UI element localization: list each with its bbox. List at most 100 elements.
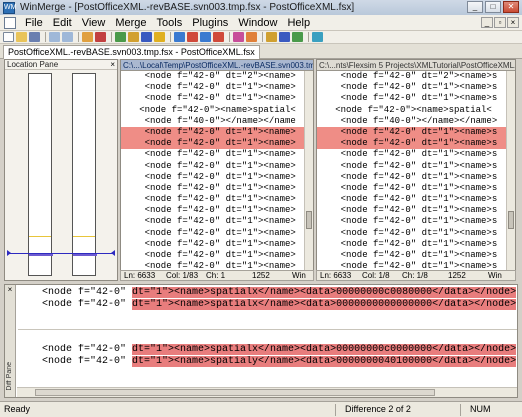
mdi-close-button[interactable]: × — [507, 17, 519, 28]
first-diff-icon[interactable] — [115, 32, 126, 42]
code-line[interactable]: <node f="42-0" dt="1"><name>s — [317, 172, 515, 183]
code-line[interactable]: <node f="42-0" dt="1"><name> — [121, 194, 313, 205]
redo-icon[interactable] — [62, 32, 73, 42]
document-icon[interactable] — [4, 16, 16, 29]
scroll-thumb[interactable] — [306, 211, 312, 229]
code-line[interactable]: <node f="42-0" dt="1"><name>s — [317, 194, 515, 205]
code-line[interactable]: <node f="42-0" dt="1"><name>s — [317, 149, 515, 160]
code-line[interactable]: <node f="42-0" dt="1"><name>s — [317, 228, 515, 239]
diff-line[interactable]: <node f="42-0" dt="1"><name>spatialx</na… — [18, 344, 517, 356]
right-file-pane[interactable]: C:\...nts\Flexsim 5 Projects\XMLTutorial… — [316, 59, 516, 281]
menu-file[interactable]: File — [20, 17, 48, 29]
reload-icon[interactable] — [312, 32, 323, 42]
menu-merge[interactable]: Merge — [110, 17, 151, 29]
code-line[interactable]: <node f="42-0" dt="1"><name> — [121, 250, 313, 261]
diff-horizontal-scrollbar[interactable] — [17, 387, 517, 397]
code-line[interactable]: <node f="42-0" dt="1"><name> — [121, 93, 313, 104]
left-code-lines[interactable]: <node f="42-0" dt="2"><name> <node f="42… — [121, 71, 313, 272]
location-pane-close-icon[interactable]: × — [110, 60, 115, 69]
left-file-pane[interactable]: C:\...\Local\Temp\PostOfficeXML.-revBASE… — [120, 59, 314, 281]
mdi-minimize-button[interactable]: _ — [481, 17, 493, 28]
diff-pane-label: Diff Pane — [6, 362, 13, 391]
toolbar-separator — [170, 32, 171, 42]
new-icon[interactable] — [3, 32, 14, 42]
diff-detail-lines[interactable]: <node f="42-0" dt="1"><name>spatialx</na… — [18, 287, 517, 367]
right-status-col: Col: 1/8 — [362, 271, 390, 280]
code-line[interactable]: <node f="42-0" dt="1"><name> — [121, 239, 313, 250]
right-code-lines[interactable]: <node f="42-0" dt="2"><name>s <node f="4… — [317, 71, 515, 272]
diff-line[interactable]: <node f="42-0" dt="1"><name>spatialx</na… — [18, 298, 517, 311]
diff-line[interactable]: <node f="42-0" dt="1"><name>spatialy</na… — [18, 355, 517, 368]
code-line-diff[interactable]: <node f="42-0" dt="1"><name>s — [317, 138, 515, 150]
location-right-arrow-icon — [111, 250, 115, 256]
diff-line[interactable]: <node f="42-0" dt="1"><name>spatialx</na… — [18, 287, 517, 299]
menu-window[interactable]: Window — [233, 17, 282, 29]
swap-icon[interactable] — [292, 32, 303, 42]
all-left-icon[interactable] — [246, 32, 257, 42]
diff-pane-sidebar: × Diff Pane — [5, 285, 16, 397]
code-line[interactable]: <node f="42-0" dt="1"><name>s — [317, 183, 515, 194]
right-vertical-scrollbar[interactable] — [506, 71, 515, 271]
code-line[interactable]: <node f="40-0"></name></name> — [317, 116, 515, 127]
minimize-button[interactable]: _ — [467, 1, 483, 13]
undo-icon[interactable] — [49, 32, 60, 42]
code-line[interactable]: <node f="42-0" dt="2"><name> — [121, 71, 313, 82]
code-line[interactable]: <node f="42-0" dt="1"><name>s — [317, 161, 515, 172]
last-diff-icon[interactable] — [154, 32, 165, 42]
tab-document[interactable]: PostOfficeXML.-revBASE.svn003.tmp.fsx - … — [3, 45, 260, 59]
open-folder-icon[interactable] — [16, 32, 27, 42]
location-diff-marker — [73, 254, 97, 256]
save-icon[interactable] — [29, 32, 40, 42]
maximize-button[interactable]: □ — [485, 1, 501, 13]
options-icon[interactable] — [95, 32, 106, 42]
right-status-ch: Ch: 1/8 — [402, 271, 428, 280]
code-line[interactable]: <node f="42-0" dt="1"><name>s — [317, 205, 515, 216]
code-line[interactable]: <node f="42-0" dt="1"><name> — [121, 172, 313, 183]
menu-view[interactable]: View — [77, 17, 111, 29]
code-line[interactable]: <node f="42-0" dt="1"><name> — [121, 82, 313, 93]
left-vertical-scrollbar[interactable] — [304, 71, 313, 271]
code-line[interactable]: <node f="42-0" dt="1"><name>s — [317, 93, 515, 104]
copy-left-icon[interactable] — [187, 32, 198, 42]
code-line[interactable]: <node f="42-0" dt="1"><name>s — [317, 216, 515, 227]
next-diff-icon[interactable] — [128, 32, 139, 42]
code-line[interactable]: <node f="42-0" dt="1"><name>s — [317, 250, 515, 261]
menu-tools[interactable]: Tools — [152, 17, 188, 29]
code-line[interactable]: <node f="42-0" dt="1"><name> — [121, 149, 313, 160]
diff-pane-close-icon[interactable]: × — [5, 285, 15, 294]
menu-help[interactable]: Help — [282, 17, 315, 29]
location-left-bar[interactable] — [28, 73, 53, 276]
menu-edit[interactable]: Edit — [48, 17, 77, 29]
code-line[interactable]: <node f="40-0"></name></name — [121, 116, 313, 127]
refresh-icon[interactable] — [82, 32, 93, 42]
code-line[interactable]: <node f="42-0" dt="1"><name> — [121, 216, 313, 227]
mdi-restore-button[interactable]: ▫ — [494, 17, 506, 28]
copy-right-icon[interactable] — [174, 32, 185, 42]
copy-right-advance-icon[interactable] — [200, 32, 211, 42]
all-right-icon[interactable] — [233, 32, 244, 42]
menu-plugins[interactable]: Plugins — [187, 17, 233, 29]
code-line[interactable]: <node f="42-0" dt="1"><name> — [121, 161, 313, 172]
location-right-bar[interactable] — [72, 73, 97, 276]
code-line-diff[interactable]: <node f="42-0" dt="1"><name> — [121, 126, 313, 139]
code-line[interactable]: <node f="42-0" dt="2"><name>s — [317, 71, 515, 82]
scroll-thumb[interactable] — [35, 389, 435, 396]
location-pane[interactable]: Location Pane × — [4, 59, 118, 281]
close-button[interactable]: ✕ — [503, 1, 519, 13]
compare-icon[interactable] — [266, 32, 277, 42]
code-line[interactable]: <node f="42-0"><name>spatial< — [121, 105, 313, 116]
copy-left-advance-icon[interactable] — [213, 32, 224, 42]
prev-diff-icon[interactable] — [141, 32, 152, 42]
scroll-thumb[interactable] — [508, 211, 514, 229]
code-line[interactable]: <node f="42-0" dt="1"><name> — [121, 228, 313, 239]
code-line[interactable]: <node f="42-0" dt="1"><name> — [121, 183, 313, 194]
code-line-diff[interactable]: <node f="42-0" dt="1"><name> — [121, 138, 313, 150]
toolbar-separator — [45, 32, 46, 42]
code-line[interactable]: <node f="42-0" dt="1"><name>s — [317, 239, 515, 250]
merge-icon[interactable] — [279, 32, 290, 42]
code-line-diff[interactable]: <node f="42-0" dt="1"><name>s — [317, 126, 515, 139]
code-line[interactable]: <node f="42-0" dt="1"><name> — [121, 205, 313, 216]
diff-detail-pane[interactable]: × Diff Pane <node f="42-0" dt="1"><name>… — [4, 284, 518, 398]
code-line[interactable]: <node f="42-0" dt="1"><name>s — [317, 82, 515, 93]
code-line[interactable]: <node f="42-0"><name>spatial< — [317, 105, 515, 116]
